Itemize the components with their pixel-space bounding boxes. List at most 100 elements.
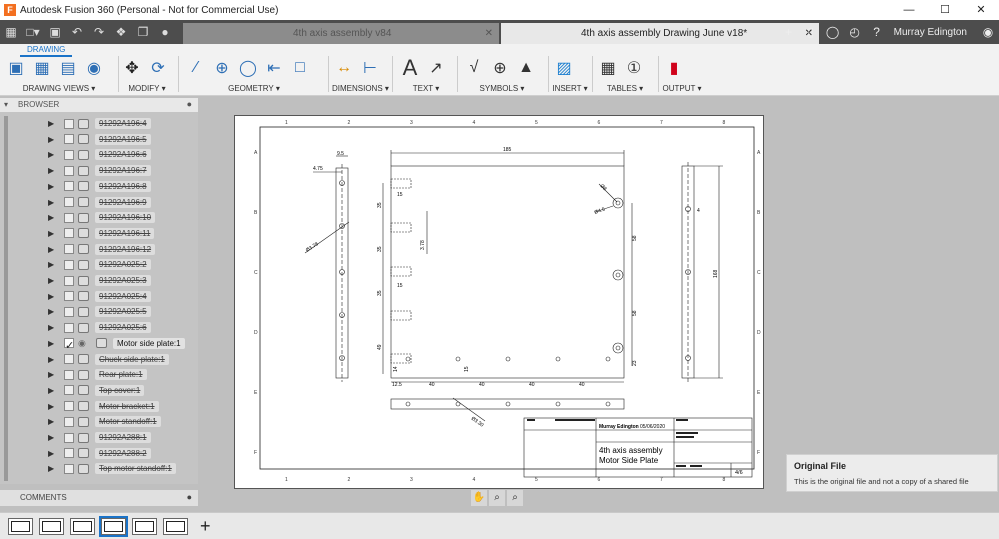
pdf-icon[interactable]: ▮ [662, 56, 686, 80]
dimension-icon[interactable]: ↔ [332, 56, 356, 80]
visibility-checkbox[interactable] [64, 212, 74, 223]
detail-view-icon[interactable]: ◉ [82, 56, 106, 80]
account-icon[interactable]: ◉ [977, 25, 999, 39]
add-sheet-button[interactable]: + [200, 516, 211, 537]
expand-arrow-icon[interactable]: ▶ [48, 213, 56, 222]
dimensions-group[interactable]: ↔ ⊢ DIMENSIONS ▾ [332, 54, 389, 94]
browser-item[interactable]: ▶ 91292A196:11 [48, 226, 155, 241]
dim-text[interactable]: 15 [397, 192, 403, 198]
visibility-checkbox[interactable] [64, 306, 74, 317]
file-menu-icon[interactable]: □▾ [22, 20, 44, 44]
browser-item[interactable]: ▶ 91292A288:1 [48, 430, 151, 445]
browser-item[interactable]: ▶ 91292A196:4 [48, 116, 151, 131]
browser-item[interactable]: ▶ ✓ ◉ Motor side plate:1 [48, 336, 185, 352]
chat-icon[interactable]: ▯ [800, 25, 822, 39]
pin-icon[interactable]: ❖ [110, 20, 132, 44]
sheet-thumbnail[interactable] [99, 516, 128, 537]
tables-group[interactable]: ▦ ① TABLES ▾ [596, 54, 654, 94]
visibility-checkbox[interactable] [64, 244, 74, 255]
browser-header[interactable]: ▾ BROWSER ● [0, 98, 198, 112]
visibility-checkbox[interactable] [64, 228, 74, 239]
browser-item[interactable]: ▶ Chuck side plate:1 [48, 352, 169, 367]
dim-text[interactable]: 12.5 [392, 382, 402, 388]
close-button[interactable]: ✕ [963, 0, 999, 20]
dim-text[interactable]: 4.75 [313, 166, 323, 172]
dim-text[interactable]: 58 [632, 235, 638, 241]
visibility-checkbox[interactable] [64, 463, 74, 474]
zoom-window-icon[interactable]: ⌕ [507, 490, 523, 506]
browser-item[interactable]: ▶ 91292A025:4 [48, 289, 151, 304]
dim-text[interactable]: 14 [393, 366, 399, 372]
edge-extension-icon[interactable]: ⇤ [262, 56, 286, 80]
browser-item[interactable]: ▶ 91292A196:6 [48, 147, 151, 162]
visibility-checkbox[interactable] [64, 322, 74, 333]
insert-group[interactable]: ▨ INSERT ▾ [552, 54, 588, 94]
visibility-checkbox[interactable] [64, 432, 74, 443]
expand-arrow-icon[interactable]: ▶ [48, 292, 56, 301]
browser-item[interactable]: ▶ Motor bracket:1 [48, 399, 159, 414]
visibility-checkbox[interactable] [64, 165, 74, 176]
maximize-button[interactable]: ☐ [927, 0, 963, 20]
job-status-icon[interactable]: ◯ [822, 25, 844, 39]
expand-arrow-icon[interactable]: ▶ [48, 370, 56, 379]
visibility-checkbox[interactable] [64, 354, 74, 364]
visibility-checkbox[interactable]: ✓ [64, 338, 74, 352]
sketch-icon[interactable]: □ [288, 56, 312, 80]
expand-arrow-icon[interactable]: ▶ [48, 417, 56, 426]
expand-arrow-icon[interactable]: ▶ [48, 464, 56, 473]
expand-arrow-icon[interactable]: ▶ [48, 339, 56, 348]
dim-text[interactable]: 40 [579, 382, 585, 388]
feature-control-icon[interactable]: ⊕ [488, 56, 512, 80]
dim-text[interactable]: 35 [377, 246, 383, 252]
browser-scrollbar[interactable] [4, 116, 8, 481]
dim-text[interactable]: Ø4.5 [594, 206, 606, 215]
minimize-button[interactable]: — [891, 0, 927, 20]
move-icon[interactable]: ✥ [120, 56, 144, 80]
expand-arrow-icon[interactable]: ▶ [48, 260, 56, 269]
expand-arrow-icon[interactable]: ▶ [48, 150, 56, 159]
visibility-checkbox[interactable] [64, 401, 74, 412]
dim-text[interactable]: 35 [377, 290, 383, 296]
browser-item[interactable]: ▶ 91292A196:8 [48, 179, 151, 194]
geometry-group[interactable]: ∕ ⊕ ◯ ⇤ □ GEOMETRY ▾ [184, 54, 324, 94]
visibility-checkbox[interactable] [64, 149, 74, 160]
dim-text[interactable]: 15 [464, 366, 470, 372]
ordinate-icon[interactable]: ⊢ [358, 56, 382, 80]
leader-icon[interactable]: ↗ [424, 56, 448, 80]
section-view-icon[interactable]: ▤ [56, 56, 80, 80]
expand-arrow-icon[interactable]: ▶ [48, 355, 56, 364]
projected-view-icon[interactable]: ▦ [30, 56, 54, 80]
dim-text[interactable]: 3.78 [420, 240, 426, 250]
dim-text[interactable]: 58 [632, 310, 638, 316]
table-icon[interactable]: ▦ [596, 56, 620, 80]
rotate-icon[interactable]: ⟳ [146, 56, 170, 80]
browser-item[interactable]: ▶ Top motor standoff:1 [48, 461, 176, 476]
browser-item[interactable]: ▶ 91292A288:2 [48, 446, 151, 461]
centerline-icon[interactable]: ∕ [184, 56, 208, 80]
expand-arrow-icon[interactable]: ▶ [48, 135, 56, 144]
browser-item[interactable]: ▶ 91292A196:5 [48, 132, 151, 147]
text-icon[interactable]: A [398, 55, 422, 80]
visibility-checkbox[interactable] [64, 385, 74, 396]
dim-text[interactable]: 4 [697, 208, 700, 214]
expand-arrow-icon[interactable]: ▶ [48, 402, 56, 411]
visibility-checkbox[interactable] [64, 275, 74, 286]
dim-text[interactable]: 185 [503, 147, 512, 153]
collapse-panel-icon[interactable]: ● [187, 99, 192, 109]
browser-item[interactable]: ▶ 91292A196:7 [48, 163, 151, 178]
expand-arrow-icon[interactable]: ▶ [48, 323, 56, 332]
dim-text[interactable]: 40 [429, 382, 435, 388]
visibility-checkbox[interactable] [64, 259, 74, 270]
pan-icon[interactable]: ✋ [471, 490, 487, 506]
new-tab-icon[interactable]: + [778, 25, 800, 39]
eye-icon[interactable]: ◉ [78, 338, 92, 349]
drawing-views-group[interactable]: ▣ ▦ ▤ ◉ DRAWING VIEWS ▾ [4, 54, 114, 94]
redo-icon[interactable]: ↷ [88, 20, 110, 44]
expand-arrow-icon[interactable]: ▶ [48, 449, 56, 458]
visibility-checkbox[interactable] [64, 416, 74, 427]
browser-item[interactable]: ▶ 91292A196:12 [48, 242, 156, 257]
base-view-icon[interactable]: ▣ [4, 56, 28, 80]
browser-item[interactable]: ▶ Motor standoff:1 [48, 414, 161, 429]
tab-drawing[interactable]: 4th axis assembly Drawing June v18* ✕ [501, 23, 819, 44]
dim-text[interactable]: 35 [377, 202, 383, 208]
